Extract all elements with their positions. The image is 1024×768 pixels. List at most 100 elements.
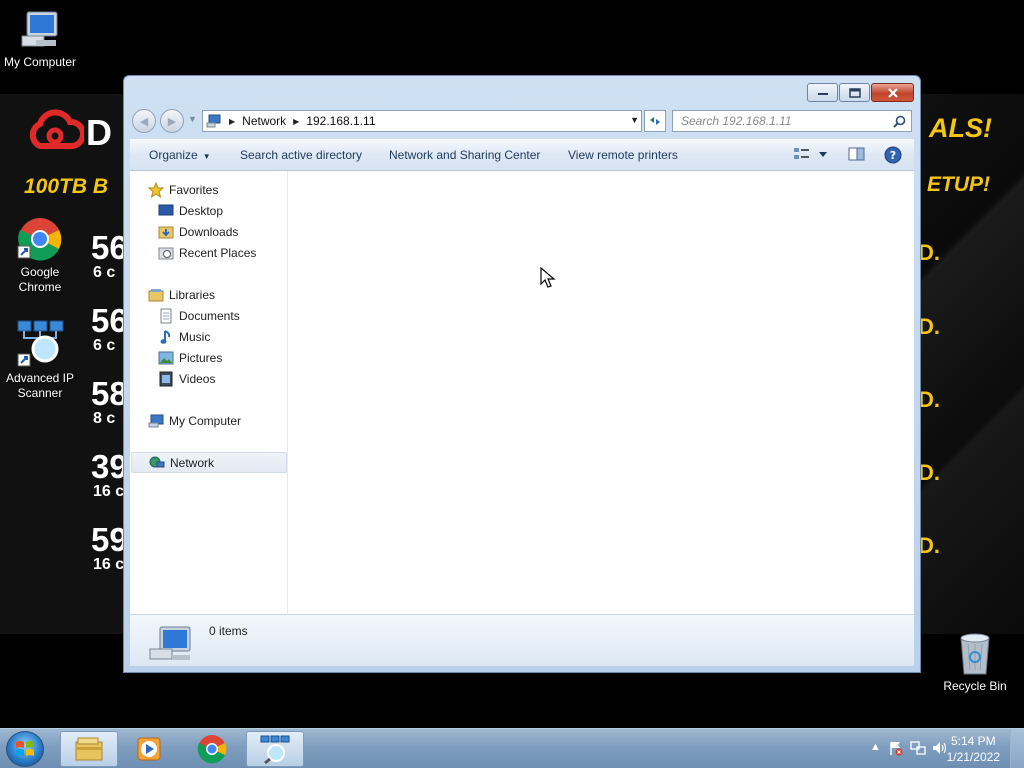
taskbar-explorer-button[interactable] [60, 731, 118, 767]
desktop-icon-recycle-bin[interactable]: Recycle Bin [935, 630, 1015, 694]
nav-videos[interactable]: Videos [157, 368, 215, 389]
network-icon [206, 114, 221, 128]
desktop-icon [157, 203, 175, 219]
chrome-icon [197, 735, 227, 764]
wallpaper-bullet: D. [918, 240, 940, 265]
nav-label: Music [179, 329, 211, 344]
desktop-icon-google-chrome[interactable]: Google Chrome [0, 216, 80, 295]
back-button[interactable]: ◀ [132, 109, 156, 133]
wallpaper-cores: 16 c [93, 483, 125, 500]
refresh-button[interactable] [644, 110, 666, 132]
clock[interactable]: 5:14 PM 1/21/2022 [947, 733, 1000, 765]
cloud-logo-icon [29, 109, 84, 149]
close-icon [887, 87, 898, 98]
wallpaper-bullet: D. [918, 314, 940, 339]
breadcrumb-chevron-icon[interactable]: ▶ [293, 117, 299, 126]
view-remote-printers-button[interactable]: View remote printers [568, 148, 678, 162]
breadcrumb-host[interactable]: 192.168.1.11 [306, 114, 375, 128]
search-input[interactable] [681, 114, 887, 128]
nav-label: Pictures [179, 350, 223, 365]
view-options-icon[interactable] [793, 146, 829, 162]
network-globe-icon [148, 455, 166, 471]
search-active-directory-button[interactable]: Search active directory [240, 148, 362, 162]
maximize-button[interactable] [839, 83, 870, 102]
pictures-icon [157, 350, 175, 366]
content-pane[interactable] [289, 171, 914, 614]
nav-network[interactable]: Network [131, 452, 287, 473]
svg-text:?: ? [890, 149, 896, 162]
media-player-icon [137, 737, 161, 761]
breadcrumb-chevron-icon[interactable]: ▶ [229, 117, 235, 126]
nav-label: Downloads [179, 224, 239, 239]
address-dropdown-icon[interactable]: ▼ [630, 115, 639, 125]
organize-button[interactable]: Organize ▼ [149, 148, 211, 162]
help-icon[interactable]: ? [884, 146, 902, 164]
taskbar: ▲ 5:14 PM 1/21/2022 [0, 728, 1024, 768]
wallpaper-bullet: D. [918, 533, 940, 558]
nav-label: Desktop [179, 203, 224, 218]
taskbar-chrome-button[interactable] [183, 731, 241, 767]
wallpaper-brand: D [86, 112, 113, 153]
clock-time: 5:14 PM [950, 734, 996, 748]
nav-libraries[interactable]: Libraries [147, 284, 215, 305]
wallpaper-bullet: D. [918, 460, 940, 485]
search-box[interactable] [672, 110, 912, 132]
nav-label: Videos [179, 371, 216, 386]
desktop-icon-label: Advanced IP Scanner [5, 371, 75, 400]
maximize-icon [848, 87, 861, 98]
refresh-icon [650, 117, 660, 125]
taskbar-media-player-button[interactable] [120, 731, 178, 767]
explorer-icon [75, 737, 103, 761]
item-count: 0 items [209, 624, 248, 638]
wallpaper-setup: ETUP! [927, 173, 990, 196]
windows-logo-icon [16, 741, 34, 756]
navigation-pane: Favorites Desktop Downloads Recent Place… [130, 171, 288, 614]
nav-music[interactable]: Music [157, 326, 210, 347]
nav-pictures[interactable]: Pictures [157, 347, 222, 368]
nav-my-computer[interactable]: My Computer [147, 410, 241, 431]
volume-icon[interactable] [931, 740, 947, 756]
nav-label: Recent Places [179, 245, 257, 260]
search-icon[interactable] [893, 115, 906, 128]
wallpaper-cores: 8 c [93, 410, 116, 427]
taskbar-ip-scanner-button[interactable] [246, 731, 304, 767]
address-bar[interactable]: ▶ Network ▶ 192.168.1.11 ▼ [202, 110, 642, 132]
wallpaper-cores: 6 c [93, 337, 116, 354]
desktop-icon-advanced-ip-scanner[interactable]: Advanced IP Scanner [0, 318, 80, 401]
network-computer-icon [149, 626, 191, 660]
nav-label: Libraries [169, 287, 216, 302]
nav-documents[interactable]: Documents [157, 305, 240, 326]
show-hidden-icons-icon[interactable]: ▲ [870, 741, 881, 753]
network-status-icon[interactable] [910, 740, 926, 756]
preview-pane-icon[interactable] [848, 146, 866, 162]
desktop-icon-label: Recycle Bin [943, 679, 1007, 693]
recycle-bin-icon [960, 633, 990, 675]
forward-button[interactable]: ▶ [160, 109, 184, 133]
wallpaper-offer: 100TB B [24, 175, 109, 198]
command-bar: Organize ▼ Search active directory Networ… [130, 139, 914, 171]
show-desktop-button[interactable] [1010, 729, 1024, 768]
recent-pages-dropdown-icon[interactable]: ▼ [188, 114, 197, 124]
desktop-icon-label: Google Chrome [18, 265, 62, 294]
desktop-icon-my-computer[interactable]: My Computer [0, 8, 80, 70]
nav-favorites[interactable]: Favorites [147, 179, 218, 200]
wallpaper-bullet: D. [918, 387, 940, 412]
forward-arrow-icon: ▶ [167, 115, 177, 128]
nav-downloads[interactable]: Downloads [157, 221, 238, 242]
explorer-window: ◀ ▶ ▼ ▶ Network ▶ 192.168.1.11 ▼ Search … [123, 75, 921, 673]
start-button[interactable] [6, 731, 44, 767]
network-sharing-center-button[interactable]: Network and Sharing Center [389, 148, 540, 162]
wallpaper-cores: 6 c [93, 264, 116, 281]
nav-desktop[interactable]: Desktop [157, 200, 223, 221]
nav-recent-places[interactable]: Recent Places [157, 242, 256, 263]
nav-label: Network [170, 455, 215, 470]
close-button[interactable] [871, 83, 914, 102]
minimize-button[interactable] [807, 83, 838, 102]
window-body: Favorites Desktop Downloads Recent Place… [130, 171, 914, 614]
mouse-pointer-icon [540, 267, 556, 288]
caption-buttons [806, 83, 914, 102]
action-center-icon[interactable] [888, 740, 904, 756]
nav-label: My Computer [169, 413, 242, 428]
breadcrumb-network[interactable]: Network [242, 114, 286, 128]
organize-label: Organize [149, 148, 198, 162]
